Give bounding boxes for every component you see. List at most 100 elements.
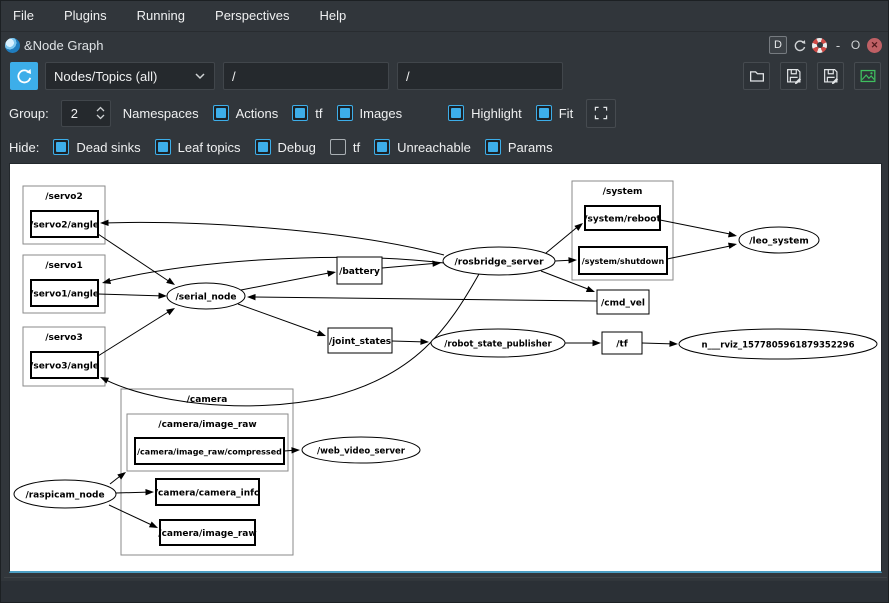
checkbox-actions[interactable]	[213, 105, 229, 121]
spin-down-icon[interactable]	[96, 114, 105, 120]
view-toggle-fit[interactable]: Fit	[536, 105, 573, 121]
checkbox-label: Images	[360, 106, 403, 121]
group-spinbox[interactable]: 2	[61, 100, 111, 127]
fit-icon	[593, 105, 609, 121]
graph-edge-rosbridge-server-to-servo2-angle	[102, 222, 444, 255]
hide-toggle-debug[interactable]: Debug	[255, 139, 316, 155]
hide-toggle-unreachable[interactable]: Unreachable	[374, 139, 471, 155]
refresh-graph-button[interactable]	[10, 62, 38, 90]
restore-button[interactable]: O	[849, 38, 862, 52]
detach-button[interactable]: D	[769, 36, 787, 54]
hide-toggle-params[interactable]: Params	[485, 139, 553, 155]
refresh-icon	[15, 67, 33, 85]
group-toggle-actions[interactable]: Actions	[213, 105, 279, 121]
checkbox-dead-sinks[interactable]	[53, 139, 69, 155]
menu-bar: FilePluginsRunningPerspectivesHelp	[1, 1, 888, 32]
graph-edge-servo2-angle-to-serial-node	[98, 234, 173, 284]
graph-arrowhead	[99, 374, 109, 383]
view-toggle-highlight[interactable]: Highlight	[448, 105, 522, 121]
reload-icon	[792, 38, 807, 53]
graph-label: /camera/image_raw/compressed	[137, 448, 282, 457]
graph-arrowhead	[420, 339, 429, 346]
reload-plugin-button[interactable]	[792, 38, 807, 53]
save-dot-button[interactable]	[780, 62, 807, 90]
group-toggle-images[interactable]: Images	[337, 105, 403, 121]
checkbox-label: Debug	[278, 140, 316, 155]
hide-toggle-leaf-topics[interactable]: Leaf topics	[155, 139, 241, 155]
graph-edge-serial-node-to-battery	[241, 272, 334, 290]
save-image-button[interactable]	[854, 62, 881, 90]
group-toggle-tf[interactable]: tf	[292, 105, 322, 121]
graph-arrowhead	[586, 286, 596, 295]
hide-toggle-dead-sinks[interactable]: Dead sinks	[53, 139, 140, 155]
graph-arrowhead	[158, 293, 167, 300]
graph-label: /web_video_server	[317, 447, 406, 457]
graph-label: /cmd_vel	[601, 299, 645, 309]
menu-item-running[interactable]: Running	[122, 1, 200, 31]
graph-canvas[interactable]: /servo2/servo1/servo3/system/camera/came…	[9, 163, 882, 573]
checkbox-label: Dead sinks	[76, 140, 140, 155]
graph-label: /leo_system	[749, 237, 809, 247]
hide-toggle-tf[interactable]: tf	[330, 139, 360, 155]
minimize-button[interactable]: -	[832, 38, 844, 53]
group-toggles: Actions tf Images	[199, 105, 403, 121]
graph-edge-servo3-angle-to-serial-node	[98, 309, 173, 356]
graph-arrowhead	[327, 269, 337, 277]
graph-label: /tf	[616, 340, 628, 350]
namespace-filter-input[interactable]	[223, 62, 389, 90]
menu-item-perspectives[interactable]: Perspectives	[200, 1, 304, 31]
help-button[interactable]	[812, 38, 827, 53]
graph-arrowhead	[166, 305, 177, 315]
graph-label: /servo2/angle	[30, 221, 99, 231]
group-spin-value: 2	[62, 106, 96, 121]
checkbox-images[interactable]	[337, 105, 353, 121]
graph-arrowhead	[145, 489, 154, 496]
checkbox-tf[interactable]	[292, 105, 308, 121]
graph-edge-system-shutdown-to-leo-system	[667, 245, 735, 259]
checkbox-label: Highlight	[471, 106, 522, 121]
checkbox-params[interactable]	[485, 139, 501, 155]
graph-type-select[interactable]: Nodes/Topics (all)	[45, 62, 215, 90]
graph-label: /camera/camera_info	[155, 489, 260, 499]
graph-edge-cmd-vel-to-serial-node	[249, 297, 597, 301]
checkbox-tf[interactable]	[330, 139, 346, 155]
graph-arrowhead	[568, 257, 577, 264]
spin-up-icon[interactable]	[96, 106, 105, 112]
namespaces-label: Namespaces	[123, 106, 199, 121]
dock-title-buttons: D - O ✕	[769, 36, 882, 54]
load-dot-button[interactable]	[743, 62, 770, 90]
graph-label: /servo3	[45, 333, 83, 343]
graph-edge-raspicam-node-to-camera-image-raw	[109, 505, 156, 527]
graph-arrowhead	[728, 241, 738, 249]
graph-edge-rosbridge-server-to-servo1-angle	[104, 257, 444, 282]
graph-label: /serial_node	[175, 293, 236, 303]
app-icon	[5, 38, 20, 53]
checkbox-debug[interactable]	[255, 139, 271, 155]
graph-arrowhead	[432, 260, 441, 267]
menu-item-plugins[interactable]: Plugins	[49, 1, 122, 31]
checkbox-fit[interactable]	[536, 105, 552, 121]
save-svg-button[interactable]	[817, 62, 844, 90]
graph-arrowhead	[247, 294, 256, 301]
graph-label: /system/shutdown	[582, 257, 665, 266]
graph-arrowhead	[669, 341, 678, 348]
group-options-row: Group: 2 Namespaces ActionstfImages High…	[1, 98, 888, 128]
menu-item-help[interactable]: Help	[304, 1, 361, 31]
graph-label: /camera/image_raw	[158, 529, 256, 539]
graph-label: n___rviz_1577805961879352296	[701, 341, 854, 351]
close-button[interactable]: ✕	[867, 38, 882, 53]
checkbox-unreachable[interactable]	[374, 139, 390, 155]
image-icon	[858, 66, 878, 86]
graph-label: /rosbridge_server	[454, 258, 544, 268]
fit-in-view-button[interactable]	[586, 99, 616, 128]
checkbox-leaf-topics[interactable]	[155, 139, 171, 155]
checkbox-label: Leaf topics	[178, 140, 241, 155]
window-bottom-strip	[1, 581, 888, 603]
dock-titlebar: &Node Graph D - O ✕	[1, 32, 888, 58]
graph-arrowhead	[291, 447, 300, 454]
graph-label: /servo2	[45, 192, 83, 202]
chevron-down-icon	[194, 72, 206, 80]
topic-filter-input[interactable]	[397, 62, 563, 90]
menu-item-file[interactable]: File	[1, 1, 49, 31]
checkbox-highlight[interactable]	[448, 105, 464, 121]
